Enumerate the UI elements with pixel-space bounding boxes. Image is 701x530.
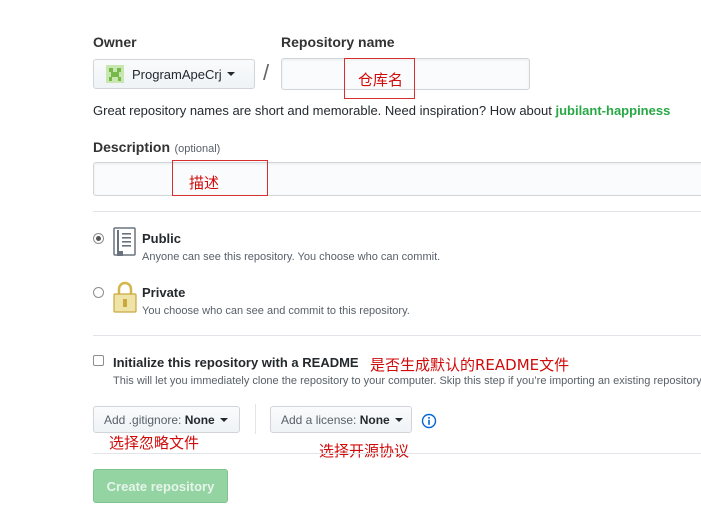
create-repository-button[interactable]: Create repository [93, 469, 228, 503]
public-radio[interactable] [93, 233, 104, 244]
name-suggestion-link[interactable]: jubilant-happiness [555, 103, 670, 118]
divider [93, 211, 701, 212]
license-select[interactable]: Add a license: None [270, 406, 412, 433]
readme-label[interactable]: Initialize this repository with a README [113, 355, 359, 370]
chevron-down-icon [226, 72, 235, 76]
book-icon [113, 227, 137, 262]
annotation-readme: 是否生成默认的README文件 [370, 356, 570, 374]
public-title: Public [142, 231, 182, 246]
description-label: Description [93, 139, 171, 155]
annotation-gitignore: 选择忽略文件 [109, 434, 200, 452]
path-separator: / [263, 60, 270, 85]
chevron-down-icon [219, 417, 228, 422]
optional-tag: (optional) [174, 143, 221, 155]
annotation-box-description [172, 160, 268, 196]
owner-select[interactable]: ProgramApeCrj [93, 59, 255, 89]
divider [93, 453, 701, 454]
info-icon[interactable] [421, 413, 437, 434]
gitignore-select[interactable]: Add .gitignore: None [93, 406, 240, 433]
name-hint: Great repository names are short and mem… [93, 103, 701, 118]
readme-checkbox[interactable] [93, 355, 104, 366]
annotation-repo-name: 仓库名 [358, 71, 404, 89]
gitignore-prefix: Add .gitignore: [104, 412, 182, 427]
separator-line [255, 404, 256, 434]
gitignore-value: None [184, 412, 215, 427]
annotation-license: 选择开源协议 [319, 442, 410, 460]
owner-avatar [106, 65, 124, 83]
description-label-row: Description (optional) [93, 139, 220, 157]
license-prefix: Add a license: [281, 412, 357, 427]
name-hint-text: Great repository names are short and mem… [93, 103, 556, 118]
owner-label: Owner [93, 34, 137, 50]
chevron-down-icon [394, 417, 403, 422]
annotation-description: 描述 [189, 174, 220, 192]
readme-desc: This will let you immediately clone the … [113, 375, 701, 387]
private-desc: You choose who can see and commit to thi… [142, 305, 410, 317]
repo-name-label: Repository name [281, 34, 395, 50]
private-title: Private [142, 285, 186, 300]
owner-name: ProgramApeCrj [132, 66, 222, 82]
lock-icon [113, 281, 137, 318]
private-radio[interactable] [93, 287, 104, 298]
public-desc: Anyone can see this repository. You choo… [142, 251, 441, 263]
divider [93, 335, 701, 336]
license-value: None [359, 412, 390, 427]
